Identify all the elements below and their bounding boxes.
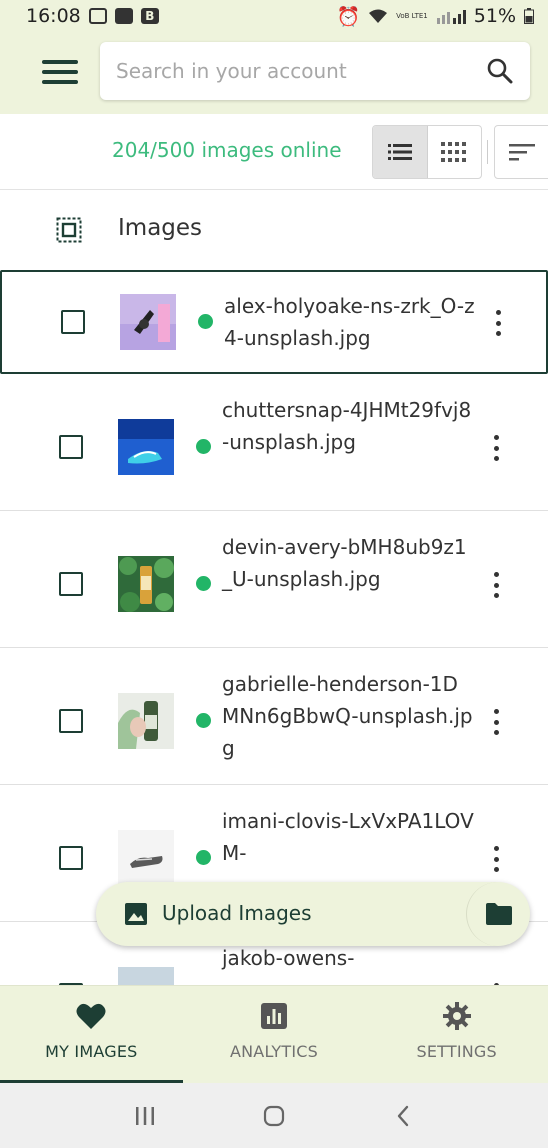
status-bar: 16:08 B ⏰ VoB LTE1 51%: [0, 0, 548, 32]
more-options-button[interactable]: [484, 844, 508, 874]
system-navigation-bar: [0, 1083, 548, 1148]
home-button[interactable]: [254, 1096, 294, 1136]
status-time: 16:08: [26, 5, 81, 27]
folder-icon: [485, 903, 512, 925]
image-icon: [125, 903, 147, 925]
app-header: [0, 32, 548, 114]
nav-label: MY IMAGES: [45, 1042, 138, 1061]
view-toggle: [372, 125, 482, 179]
nav-label: ANALYTICS: [229, 1042, 319, 1061]
nav-analytics[interactable]: ANALYTICS: [183, 986, 366, 1083]
image-thumbnail[interactable]: [118, 556, 174, 612]
online-status-dot: [198, 314, 213, 329]
home-icon: [263, 1105, 285, 1126]
menu-icon-bar: [42, 70, 78, 74]
images-section-header: Images: [0, 190, 548, 270]
more-options-button[interactable]: [486, 308, 510, 338]
image-filename: gabrielle-henderson-1DMNn6gBbwQ-unsplash…: [222, 672, 473, 760]
search-box: [100, 42, 530, 100]
list-item[interactable]: chuttersnap-4JHMt29fvj8-unsplash.jpg: [0, 374, 548, 511]
network-label: VoB LTE1: [396, 12, 428, 20]
section-title: Images: [118, 215, 203, 241]
list-item[interactable]: devin-avery-bMH8ub9z1_U-unsplash.jpg: [0, 511, 548, 648]
row-checkbox[interactable]: [59, 435, 83, 459]
image-filename: devin-avery-bMH8ub9z1_U-unsplash.jpg: [222, 535, 467, 591]
more-options-button[interactable]: [484, 570, 508, 600]
image-thumbnail[interactable]: [120, 294, 176, 350]
alarm-icon: ⏰: [336, 5, 361, 28]
back-icon: [398, 1105, 409, 1126]
image-filename: jakob-owens-: [222, 946, 355, 970]
sort-button[interactable]: [494, 125, 548, 179]
image-thumbnail[interactable]: [118, 419, 174, 475]
search-icon[interactable]: [486, 57, 514, 85]
bottom-navigation: MY IMAGES ANALYTICS SETTINGS: [0, 985, 548, 1083]
nav-label: SETTINGS: [416, 1042, 497, 1061]
bar-chart-icon: [261, 1003, 287, 1029]
list-toolbar: 204/500 images online: [0, 114, 548, 190]
grid-view-icon: [441, 142, 467, 162]
image-filename: chuttersnap-4JHMt29fvj8-unsplash.jpg: [222, 398, 472, 454]
online-status-dot: [196, 439, 211, 454]
row-checkbox[interactable]: [59, 846, 83, 870]
nav-settings[interactable]: SETTINGS: [365, 986, 548, 1083]
heart-icon: [76, 1003, 106, 1029]
back-button[interactable]: [383, 1096, 423, 1136]
list-view-button[interactable]: [373, 126, 428, 178]
image-filename: alex-holyoake-ns-zrk_O-z4-unsplash.jpg: [224, 294, 475, 350]
image-thumbnail[interactable]: [118, 693, 174, 749]
list-item[interactable]: gabrielle-henderson-1DMNn6gBbwQ-unsplash…: [0, 648, 548, 785]
image-filename: imani-clovis-LxVxPA1LOVM-: [222, 809, 474, 865]
online-status-dot: [196, 713, 211, 728]
row-checkbox[interactable]: [61, 310, 85, 334]
more-options-button[interactable]: [484, 707, 508, 737]
search-input[interactable]: [116, 59, 486, 83]
more-options-button[interactable]: [484, 433, 508, 463]
images-online-count: 204/500 images online: [112, 138, 342, 162]
gear-icon: [442, 1002, 471, 1030]
menu-icon-bar: [42, 60, 78, 64]
sort-icon: [509, 144, 535, 161]
b-app-icon: B: [140, 8, 159, 24]
toolbar-divider: [487, 140, 488, 164]
grid-view-button[interactable]: [428, 126, 482, 178]
online-status-dot: [196, 576, 211, 591]
recent-apps-button[interactable]: [125, 1096, 165, 1136]
select-all-icon[interactable]: [56, 217, 82, 243]
image-thumbnail[interactable]: [118, 830, 174, 886]
nav-my-images[interactable]: MY IMAGES: [0, 986, 183, 1083]
battery-icon: [524, 8, 534, 24]
list-view-icon: [387, 144, 412, 160]
notification-icon: [114, 8, 133, 24]
list-item[interactable]: alex-holyoake-ns-zrk_O-z4-unsplash.jpg: [0, 270, 548, 374]
row-checkbox[interactable]: [59, 572, 83, 596]
wifi-icon: [369, 9, 388, 23]
menu-icon-bar: [42, 80, 78, 84]
hamburger-menu-button[interactable]: [40, 56, 80, 88]
row-checkbox[interactable]: [59, 709, 83, 733]
folder-upload-button[interactable]: [466, 882, 530, 946]
upload-images-label: Upload Images: [162, 901, 312, 925]
signal-icon: [436, 10, 466, 24]
upload-images-button[interactable]: Upload Images: [96, 882, 530, 946]
screenshot-icon: [88, 8, 107, 24]
battery-percent: 51%: [473, 5, 516, 27]
online-status-dot: [196, 850, 211, 865]
recent-apps-icon: [135, 1106, 154, 1125]
